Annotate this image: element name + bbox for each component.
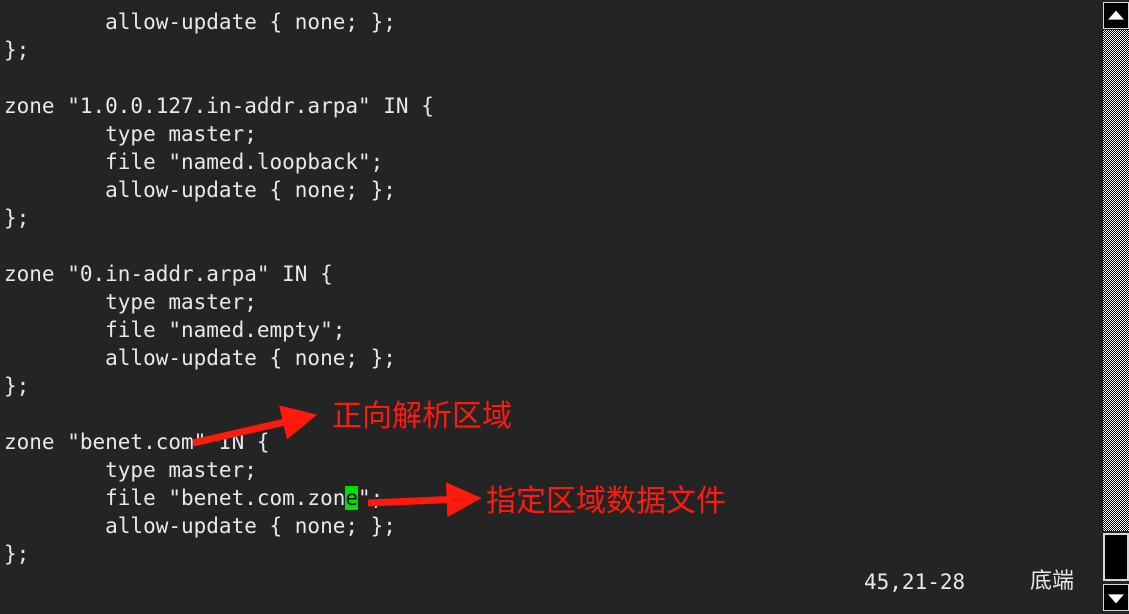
forward-zone-arrow-icon	[192, 405, 482, 518]
scrollbar-thumb[interactable]	[1103, 533, 1129, 581]
scroll-up-arrow-icon[interactable]	[1103, 2, 1129, 29]
triangle-down-glyph	[1108, 593, 1124, 603]
triangle-up-glyph	[1108, 10, 1124, 20]
zone-data-file-annotation-label: 指定区域数据文件	[486, 484, 726, 519]
vertical-scrollbar[interactable]	[1100, 0, 1129, 614]
forward-zone-annotation-label: 正向解析区域	[332, 399, 512, 434]
scroll-down-arrow-icon[interactable]	[1103, 584, 1129, 611]
scrollbar-trough[interactable]	[1103, 30, 1129, 531]
terminal-window: allow-update { none; }; }; zone "1.0.0.1…	[0, 0, 1129, 614]
